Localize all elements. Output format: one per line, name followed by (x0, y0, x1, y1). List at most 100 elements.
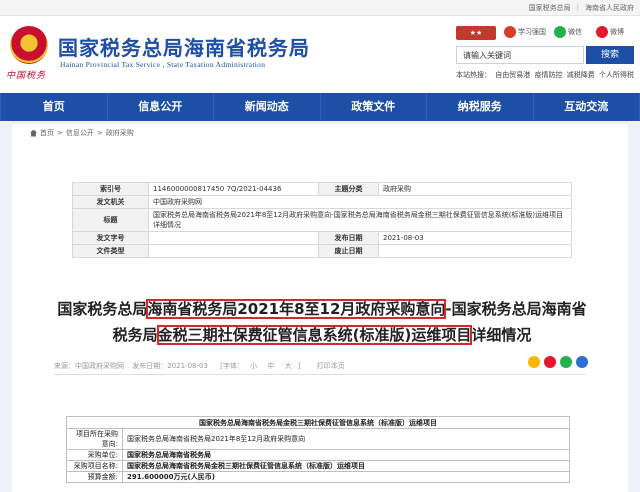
nav-interaction[interactable]: 互动交流 (534, 93, 640, 121)
wechat-icon (554, 26, 566, 38)
title-part: 国家税务总局 (57, 300, 148, 318)
tool-weibo[interactable]: 微博 (596, 26, 624, 38)
nav-news[interactable]: 新闻动态 (214, 93, 321, 121)
hot-word[interactable]: 个人所得税 (599, 71, 634, 79)
tax-emblem-icon (10, 26, 48, 64)
tool-xuexi[interactable]: 学习强国 (504, 26, 546, 38)
plan-row-label: 采购单位: (66, 449, 123, 461)
breadcrumb-procurement[interactable]: 政府采购 (106, 128, 134, 138)
main-nav: 首页 信息公开 新闻动态 政策文件 纳税服务 互动交流 (0, 93, 640, 121)
weibo-icon (596, 26, 608, 38)
hot-word[interactable]: 自由贸易港 (495, 71, 530, 79)
plan-row-label: 项目所在采购意向: (66, 428, 123, 450)
link-separator: | (576, 3, 579, 11)
tool-wechat-label: 微信 (568, 28, 582, 36)
font-size-end: ] (297, 362, 301, 370)
date-label: 发布日期 (318, 231, 379, 245)
promo-badge-image: ★★ (456, 26, 496, 40)
nav-info-disclosure[interactable]: 信息公开 (108, 93, 214, 121)
site-subtitle: Hainan Provincial Tax Service , State Ta… (60, 60, 266, 69)
subject-value: 政府采购 (378, 182, 572, 196)
link-hainan-gov[interactable]: 海南省人民政府 (585, 3, 634, 13)
search-button[interactable]: 搜索 (586, 46, 634, 64)
site-title[interactable]: 国家税务总局海南省税务局 (58, 32, 310, 61)
nav-policy[interactable]: 政策文件 (321, 93, 427, 121)
tool-weibo-label: 微博 (610, 28, 624, 36)
wechat-share-icon[interactable] (560, 356, 572, 368)
weibo-share-icon[interactable] (544, 356, 556, 368)
issuer-label: 发文机关 (72, 195, 149, 209)
tool-xuexi-label: 学习强国 (518, 28, 546, 36)
date-value: 2021-08-03 (378, 231, 572, 245)
title-highlight: 海南省税务局2021年8至12月政府采购意向 (146, 299, 447, 319)
header-tools: ★★ 学习强国 微信 微博 请输入关键词 搜索 本站热搜： 自由贸易港 疫情防控… (456, 24, 636, 84)
hot-search: 本站热搜： 自由贸易港 疫情防控 减税降费 个人所得税 (456, 70, 638, 80)
plan-row-label: 采购项目名称: (66, 460, 123, 472)
breadcrumb: 首页 > 信息公开 > 政府采购 (30, 128, 134, 138)
plan-row: 采购单位: 国家税务总局海南省税务局 (66, 449, 570, 461)
font-medium-button[interactable]: 中 (267, 362, 274, 370)
title-part: 税务局 (112, 326, 158, 344)
share-bar (528, 356, 588, 368)
plan-row: 采购项目名称: 国家税务总局海南省税务局金税三期社保费征管信息系统（标准版）运维… (66, 460, 570, 472)
info-row: 文件类型 废止日期 (72, 244, 572, 258)
emblem-caption: 中国税务 (6, 71, 47, 81)
hot-word[interactable]: 减税降费 (567, 71, 595, 79)
site-header: 中国税务 国家税务总局海南省税务局 Hainan Provincial Tax … (0, 16, 640, 91)
promo-badge[interactable]: ★★ (456, 26, 496, 40)
info-row: 发文字号 发布日期 2021-08-03 (72, 231, 572, 245)
procurement-plan-table: 国家税务总局海南省税务局金税三期社保费征管信息系统（标准版）运维项目 项目所在采… (66, 416, 570, 483)
invalid-date-label: 废止日期 (318, 244, 379, 258)
breadcrumb-home[interactable]: 首页 (40, 128, 54, 138)
plan-header: 国家税务总局海南省税务局金税三期社保费征管信息系统（标准版）运维项目 (66, 416, 570, 429)
title-label: 标题 (72, 208, 149, 232)
doc-no-value (148, 231, 319, 245)
article-title: 国家税务总局海南省税务局2021年8至12月政府采购意向-国家税务总局海南省 税… (42, 296, 602, 348)
subject-label: 主题分类 (318, 182, 379, 196)
font-size-label: [字体： (220, 362, 244, 370)
hot-search-label: 本站热搜： (456, 71, 491, 79)
title-highlight: 金税三期社保费征管信息系统(标准版)运维项目 (156, 325, 473, 345)
title-part: -国家税务总局海南省 (445, 300, 587, 318)
tool-wechat[interactable]: 微信 (554, 26, 582, 38)
hot-word[interactable]: 疫情防控 (534, 71, 562, 79)
title-part: 详细情况 (471, 326, 532, 344)
home-icon (30, 129, 37, 137)
plan-row: 预算金额: 291.600000万元(人民币) (66, 471, 570, 483)
plan-row-label: 预算金额: (66, 471, 123, 483)
print-button[interactable]: 打印本页 (317, 362, 345, 370)
meta-divider (54, 374, 586, 375)
doc-no-label: 发文字号 (72, 231, 149, 245)
top-utility-bar: 国家税务总局 | 海南省人民政府 (0, 0, 640, 16)
top-links: 国家税务总局 | 海南省人民政府 (529, 3, 634, 13)
breadcrumb-sep: > (96, 129, 103, 137)
plan-row-value: 国家税务总局海南省税务局金税三期社保费征管信息系统（标准版）运维项目 (122, 460, 570, 472)
source: 来源：中国政府采购网 (54, 362, 124, 370)
plan-row: 项目所在采购意向: 国家税务总局海南省税务局2021年8至12月政府采购意向 (66, 428, 570, 450)
breadcrumb-sep: > (57, 129, 63, 137)
more-share-icon[interactable] (576, 356, 588, 368)
plan-row-value: 国家税务总局海南省税务局2021年8至12月政府采购意向 (122, 428, 570, 450)
invalid-date-value (378, 244, 572, 258)
plan-header-row: 国家税务总局海南省税务局金税三期社保费征管信息系统（标准版）运维项目 (66, 416, 570, 429)
article-meta: 来源：中国政府采购网 发布日期：2021-08-03 [字体： 小 中 大 ] … (54, 361, 594, 371)
xuexi-icon (504, 26, 516, 38)
nav-home[interactable]: 首页 (0, 93, 108, 121)
file-type-label: 文件类型 (72, 244, 149, 258)
qzone-icon[interactable] (528, 356, 540, 368)
breadcrumb-info[interactable]: 信息公开 (66, 128, 94, 138)
info-row: 发文机关 中国政府采购网 (72, 195, 572, 209)
index-no-label: 索引号 (72, 182, 149, 196)
file-type-value (148, 244, 319, 258)
font-large-button[interactable]: 大 (285, 362, 292, 370)
info-row: 标题 国家税务总局海南省税务局2021年8至12月政府采购意向-国家税务总局海南… (72, 208, 572, 232)
link-sat[interactable]: 国家税务总局 (529, 3, 571, 13)
search-input[interactable]: 请输入关键词 (456, 46, 584, 64)
nav-tax-service[interactable]: 纳税服务 (427, 93, 534, 121)
info-row: 索引号 1146000000817450 7Q/2021-04436 主题分类 … (72, 182, 572, 196)
document-info-table: 索引号 1146000000817450 7Q/2021-04436 主题分类 … (72, 182, 572, 258)
index-no-value: 1146000000817450 7Q/2021-04436 (148, 182, 319, 196)
font-small-button[interactable]: 小 (250, 362, 257, 370)
plan-row-value: 291.600000万元(人民币) (122, 471, 570, 483)
main-content: 首页 > 信息公开 > 政府采购 索引号 1146000000817450 7Q… (12, 124, 628, 492)
